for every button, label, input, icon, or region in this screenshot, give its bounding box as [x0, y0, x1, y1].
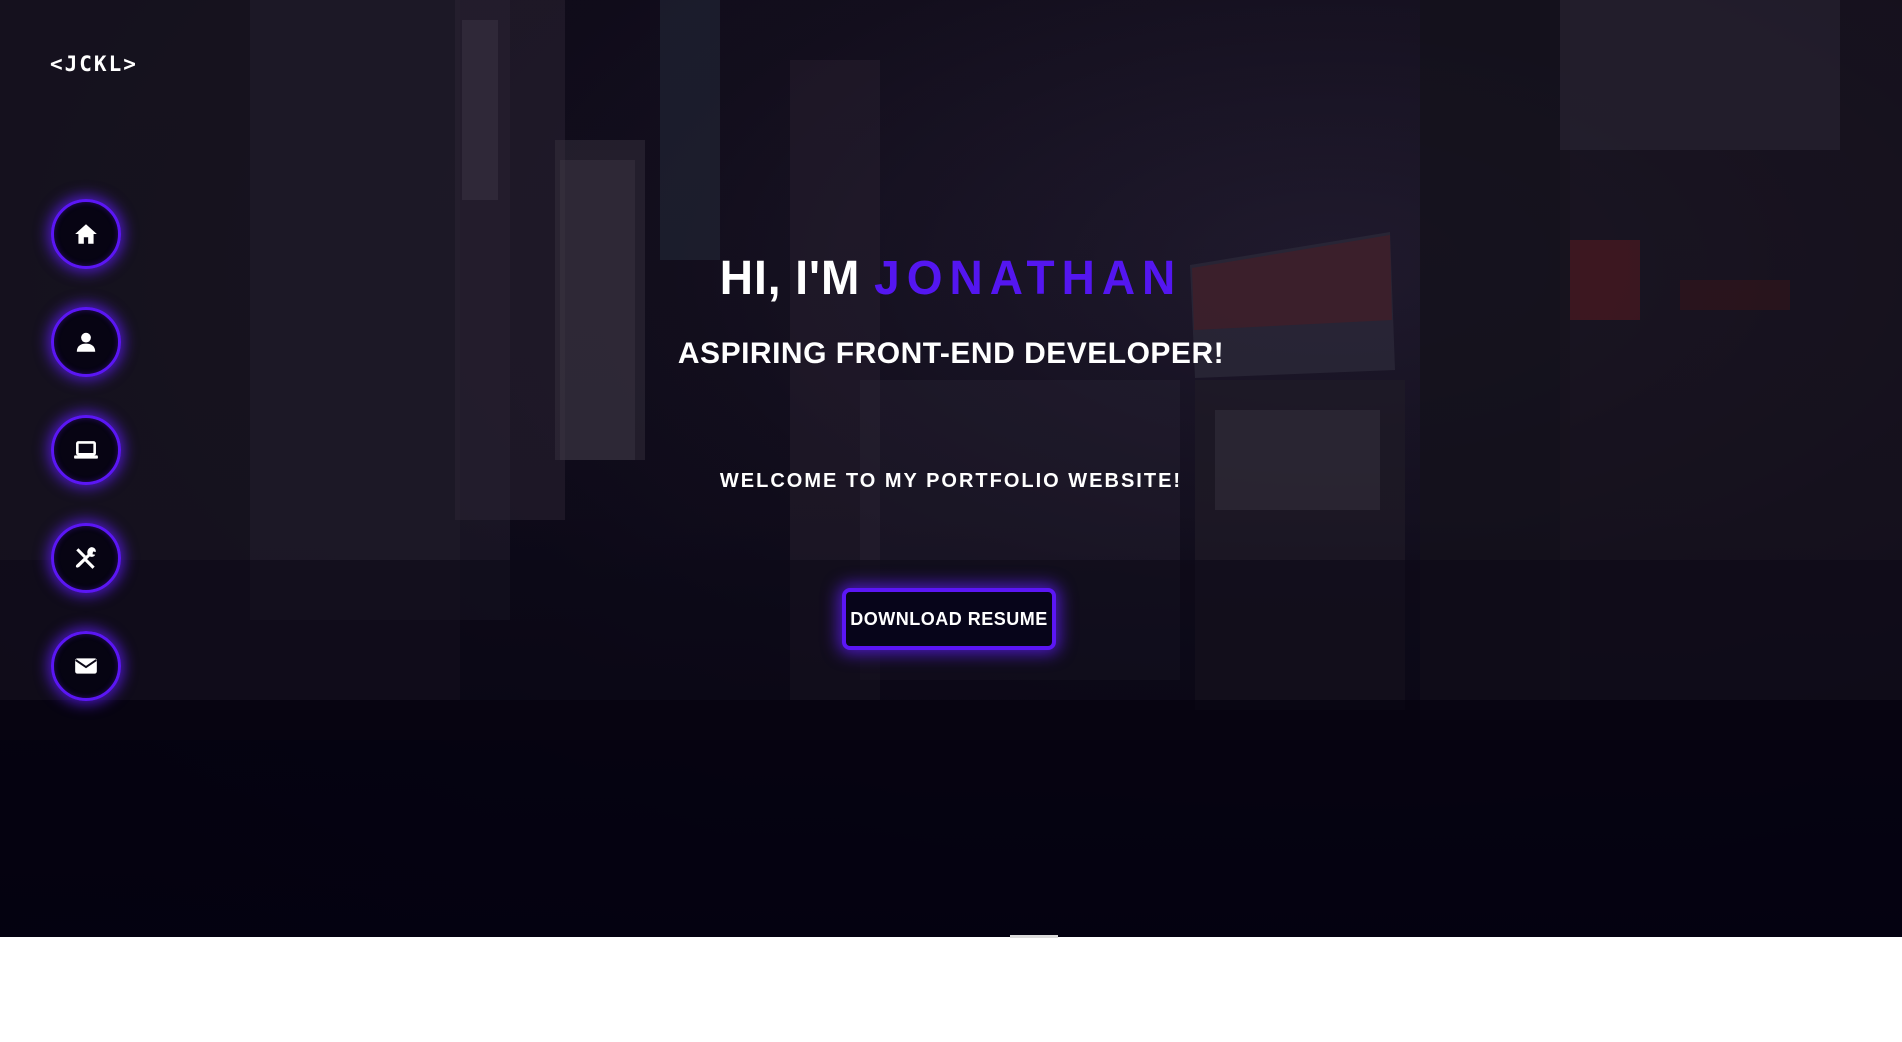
home-icon: [75, 224, 97, 244]
city-background-image: [0, 0, 1902, 937]
tools-icon: [75, 547, 96, 569]
site-logo[interactable]: <JCKL>: [50, 52, 138, 76]
hero-headline: HI, I'M JONATHAN: [0, 249, 1902, 306]
scroll-indicator: [1010, 935, 1058, 938]
hero-welcome-text: WELCOME TO MY PORTFOLIO WEBSITE!: [719, 470, 1183, 492]
hero-greeting: HI, I'M: [719, 249, 861, 305]
download-resume-button[interactable]: DOWNLOAD RESUME: [842, 588, 1056, 650]
hero-name: JONATHAN: [874, 249, 1183, 305]
nav-contact-button[interactable]: [51, 631, 121, 701]
page: <JCKL> HI, I'M JONATHAN ASPIRING FRONT-E…: [0, 0, 1902, 1042]
hero-section: <JCKL> HI, I'M JONATHAN ASPIRING FRONT-E…: [0, 0, 1902, 937]
laptop-icon: [74, 441, 98, 459]
nav-skills-button[interactable]: [51, 523, 121, 593]
envelope-icon: [75, 658, 97, 674]
hero-subtitle: ASPIRING FRONT-END DEVELOPER!: [677, 337, 1225, 370]
